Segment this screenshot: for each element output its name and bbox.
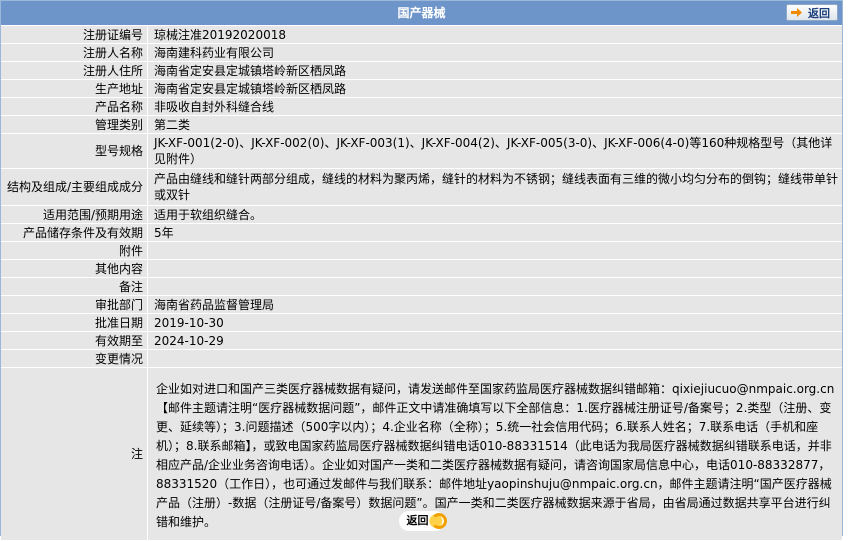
field-label: 备注 [1,277,148,296]
field-label: 生产地址 [1,79,148,98]
table-row: 审批部门 海南省药品监督管理局 [1,295,842,314]
field-value: 海南省药品监督管理局 [147,295,842,314]
field-label: 注册证编号 [1,26,148,44]
field-label: 批准日期 [1,313,148,332]
table-row: 备注 [1,277,842,296]
detail-table: 注册证编号 琼械注准20192020018 注册人名称 海南建科药业有限公司 注… [1,26,842,541]
table-row: 附件 [1,241,842,260]
back-circle-icon [430,513,447,529]
page-title: 国产器械 [397,6,446,20]
field-value: 琼械注准20192020018 [147,26,842,44]
field-value: 第二类 [147,115,842,134]
field-label: 变更情况 [1,349,148,368]
field-value [147,241,842,260]
table-row: 有效期至 2024-10-29 [1,331,842,350]
table-row: 生产地址 海南省定安县定城镇塔岭新区栖凤路 [1,79,842,98]
footer: 返回 [1,511,842,531]
field-label: 适用范围/预期用途 [1,205,148,224]
table-row: 管理类别 第二类 [1,115,842,134]
back-button-label: 返回 [406,514,429,527]
record-detail-panel: 国产器械 返回 注册证编号 琼械注准20192020018 注册人名称 海南建科… [0,0,843,541]
field-value: 海南建科药业有限公司 [147,43,842,62]
field-label: 产品储存条件及有效期 [1,223,148,242]
field-value: 非吸收自封外科缝合线 [147,97,842,116]
field-value: 5年 [147,223,842,242]
field-value: 海南省定安县定城镇塔岭新区栖凤路 [147,61,842,80]
field-label: 结构及组成/主要组成成分 [1,168,148,206]
table-row: 型号规格 JK-XF-001(2-0)、JK-XF-002(0)、JK-XF-0… [1,133,842,169]
table-row: 适用范围/预期用途 适用于软组织缝合。 [1,205,842,224]
field-label: 注册人住所 [1,61,148,80]
field-value: 2024-10-29 [147,331,842,350]
table-row: 结构及组成/主要组成成分 产品由缝线和缝针两部分组成，缝线的材料为聚丙烯，缝针的… [1,168,842,206]
panel-header: 国产器械 返回 [1,1,842,26]
field-label: 产品名称 [1,97,148,116]
arrow-right-icon [791,8,802,17]
table-row: 注册证编号 琼械注准20192020018 [1,26,842,44]
back-button-top[interactable]: 返回 [786,4,838,21]
table-row: 批准日期 2019-10-30 [1,313,842,332]
field-value [147,277,842,296]
field-value: 2019-10-30 [147,313,842,332]
field-value: 海南省定安县定城镇塔岭新区栖凤路 [147,79,842,98]
field-label: 注册人名称 [1,43,148,62]
table-row: 注册人住所 海南省定安县定城镇塔岭新区栖凤路 [1,61,842,80]
field-value: JK-XF-001(2-0)、JK-XF-002(0)、JK-XF-003(1)… [147,133,842,169]
back-button-bottom[interactable]: 返回 [399,511,447,531]
table-row: 产品名称 非吸收自封外科缝合线 [1,97,842,116]
field-label: 管理类别 [1,115,148,134]
field-label: 有效期至 [1,331,148,350]
table-row: 产品储存条件及有效期 5年 [1,223,842,242]
field-label: 审批部门 [1,295,148,314]
field-label: 型号规格 [1,133,148,169]
field-value: 适用于软组织缝合。 [147,205,842,224]
field-value [147,349,842,368]
table-row: 其他内容 [1,259,842,278]
back-button-label: 返回 [808,7,830,20]
field-label: 附件 [1,241,148,260]
table-row: 注册人名称 海南建科药业有限公司 [1,43,842,62]
field-value [147,259,842,278]
field-label: 其他内容 [1,259,148,278]
table-row: 变更情况 [1,349,842,368]
field-value: 产品由缝线和缝针两部分组成，缝线的材料为聚丙烯，缝针的材料为不锈钢；缝线表面有三… [147,168,842,206]
